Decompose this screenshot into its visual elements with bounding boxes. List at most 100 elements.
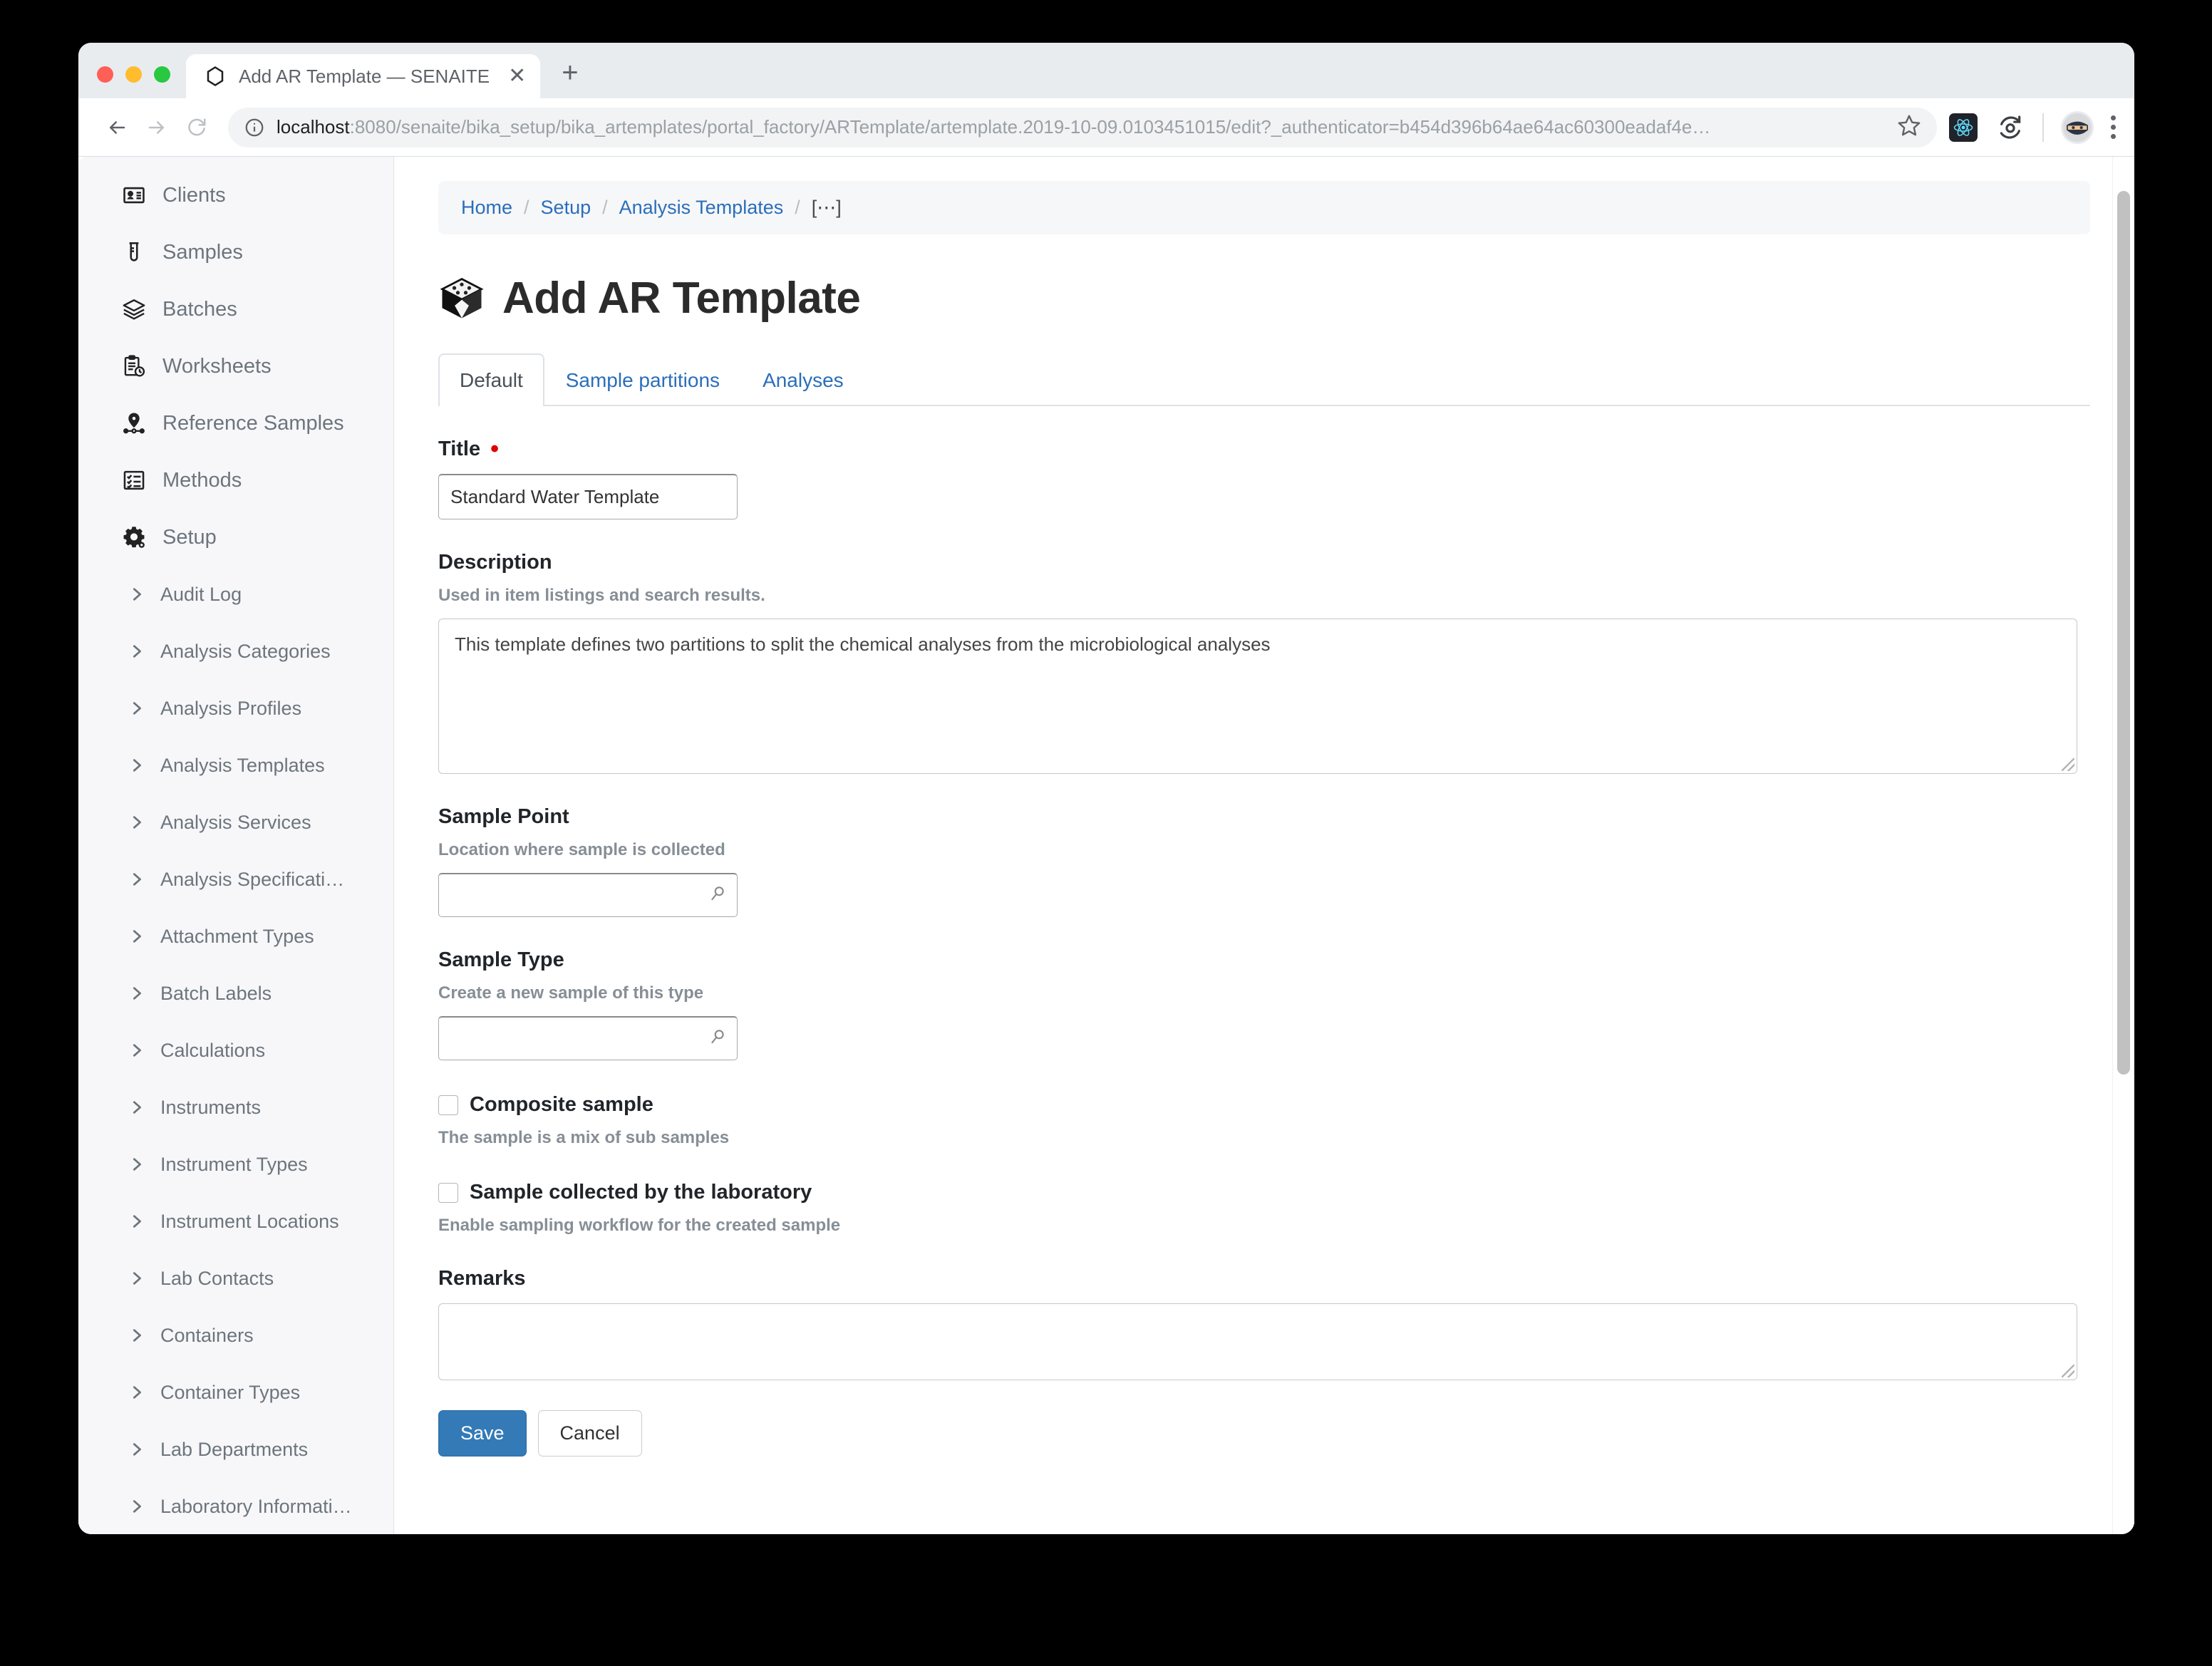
sample-collected-by-lab-row: Sample collected by the laboratory bbox=[438, 1181, 2090, 1204]
plus-icon[interactable]: + bbox=[562, 58, 578, 87]
breadcrumb-analysis-templates[interactable]: Analysis Templates bbox=[619, 197, 784, 219]
page-viewport: Clients Samples Batches Worksheets Refer… bbox=[78, 157, 2134, 1534]
star-icon[interactable] bbox=[1897, 113, 1921, 141]
kebab-menu-icon[interactable] bbox=[2111, 115, 2116, 139]
sample-collected-by-lab-checkbox[interactable] bbox=[438, 1182, 458, 1203]
sidebar-item-worksheets[interactable]: Worksheets bbox=[78, 338, 393, 395]
breadcrumb-setup[interactable]: Setup bbox=[541, 197, 591, 219]
sidebar-subitem-label: Instruments bbox=[160, 1096, 262, 1118]
chevron-right-icon bbox=[128, 985, 146, 1001]
chevron-right-icon bbox=[128, 871, 146, 887]
minimize-window-button[interactable] bbox=[125, 66, 142, 83]
resize-handle[interactable] bbox=[2062, 1365, 2074, 1377]
auto-refresh-icon[interactable] bbox=[1995, 113, 2025, 143]
title-input[interactable]: Standard Water Template bbox=[438, 474, 738, 519]
sidebar-item-batches[interactable]: Batches bbox=[78, 281, 393, 338]
sidebar-item-label: Setup bbox=[162, 525, 217, 549]
sidebar-item-label: Clients bbox=[162, 183, 226, 207]
browser-tab[interactable]: Add AR Template — SENAITE ✕ bbox=[186, 54, 541, 98]
info-circle-icon[interactable] bbox=[244, 117, 265, 138]
chevron-right-icon bbox=[128, 928, 146, 944]
sample-type-field-label: Sample Type bbox=[438, 948, 564, 971]
sidebar-subitem-instrument-types[interactable]: Instrument Types bbox=[78, 1136, 393, 1193]
close-icon[interactable]: ✕ bbox=[508, 66, 526, 87]
ninja-avatar-icon[interactable] bbox=[2061, 110, 2094, 144]
sidebar-subitem-label: Lab Departments bbox=[160, 1438, 309, 1460]
sidebar-subitem-analysis-profiles[interactable]: Analysis Profiles bbox=[78, 680, 393, 737]
sample-type-field-help: Create a new sample of this type bbox=[438, 983, 704, 1003]
sidebar-subitem-label: Analysis Templates bbox=[160, 754, 325, 776]
test-tube-icon bbox=[120, 238, 148, 267]
chevron-right-icon bbox=[128, 1385, 146, 1400]
sidebar-subitem-label: Audit Log bbox=[160, 583, 242, 605]
page-scrollbar-thumb[interactable] bbox=[2117, 191, 2130, 1075]
sidebar-item-samples[interactable]: Samples bbox=[78, 224, 393, 281]
sidebar-subitem-batch-labels[interactable]: Batch Labels bbox=[78, 965, 393, 1022]
description-field-label: Description bbox=[438, 551, 552, 574]
sidebar-subitem-calculations[interactable]: Calculations bbox=[78, 1022, 393, 1079]
chevron-right-icon bbox=[128, 1442, 146, 1457]
remarks-textarea[interactable] bbox=[438, 1303, 2077, 1380]
address-bar[interactable]: localhost:8080/senaite/bika_setup/bika_a… bbox=[228, 107, 1937, 148]
sidebar-item-setup[interactable]: Setup bbox=[78, 509, 393, 566]
back-arrow-icon[interactable] bbox=[97, 108, 137, 148]
sidebar-subitem-analysis-specifications[interactable]: Analysis Specificati… bbox=[78, 851, 393, 908]
sidebar-subitem-container-types[interactable]: Container Types bbox=[78, 1364, 393, 1421]
browser-extensions bbox=[1948, 110, 2116, 144]
sidebar-item-reference-samples[interactable]: Reference Samples bbox=[78, 395, 393, 452]
breadcrumb-separator: / bbox=[602, 197, 608, 218]
form-tabs: Default Sample partitions Analyses bbox=[438, 352, 2090, 406]
composite-sample-row: Composite sample bbox=[438, 1093, 2090, 1117]
sidebar-subitem-laboratory-information[interactable]: Laboratory Informati… bbox=[78, 1478, 393, 1534]
tab-sample-partitions[interactable]: Sample partitions bbox=[544, 353, 741, 406]
tab-analyses[interactable]: Analyses bbox=[741, 353, 865, 406]
sidebar-subitem-analysis-services[interactable]: Analysis Services bbox=[78, 794, 393, 851]
breadcrumb-home[interactable]: Home bbox=[461, 197, 512, 219]
gear-icon bbox=[120, 523, 148, 552]
chevron-right-icon bbox=[128, 643, 146, 659]
cancel-button[interactable]: Cancel bbox=[537, 1410, 642, 1457]
page-scrollbar[interactable] bbox=[2112, 157, 2134, 1534]
chevron-right-icon bbox=[128, 814, 146, 830]
close-window-button[interactable] bbox=[97, 66, 113, 83]
sidebar-item-clients[interactable]: Clients bbox=[78, 167, 393, 224]
sidebar-subitem-analysis-categories[interactable]: Analysis Categories bbox=[78, 623, 393, 680]
breadcrumb-separator: / bbox=[524, 197, 529, 218]
sidebar-item-methods[interactable]: Methods bbox=[78, 452, 393, 509]
sidebar-subitem-attachment-types[interactable]: Attachment Types bbox=[78, 908, 393, 965]
search-icon[interactable] bbox=[708, 1028, 727, 1050]
required-marker-icon: • bbox=[490, 435, 499, 463]
sidebar-subitem-instruments[interactable]: Instruments bbox=[78, 1079, 393, 1136]
react-devtools-icon[interactable] bbox=[1948, 113, 1978, 143]
sample-point-input[interactable] bbox=[438, 873, 738, 917]
sidebar-subitem-analysis-templates[interactable]: Analysis Templates bbox=[78, 737, 393, 794]
sidebar-subitem-lab-contacts[interactable]: Lab Contacts bbox=[78, 1250, 393, 1307]
tab-default[interactable]: Default bbox=[438, 353, 544, 406]
sample-type-input[interactable] bbox=[438, 1016, 738, 1060]
description-textarea[interactable]: This template defines two partitions to … bbox=[438, 619, 2077, 774]
sidebar-subitem-instrument-locations[interactable]: Instrument Locations bbox=[78, 1193, 393, 1250]
composite-sample-checkbox[interactable] bbox=[438, 1095, 458, 1115]
page-title: Add AR Template bbox=[438, 273, 2090, 324]
sidebar-subitem-lab-departments[interactable]: Lab Departments bbox=[78, 1421, 393, 1478]
title-field-label: Title • bbox=[438, 435, 2090, 463]
chevron-right-icon bbox=[128, 1499, 146, 1514]
description-field-group: Description Used in item listings and se… bbox=[438, 551, 2090, 774]
breadcrumb: Home / Setup / Analysis Templates / [⋯] bbox=[438, 181, 2090, 234]
sidebar-subitem-label: Analysis Categories bbox=[160, 640, 331, 662]
chevron-right-icon bbox=[128, 757, 146, 773]
save-button[interactable]: Save bbox=[438, 1410, 527, 1457]
sidebar-subitem-label: Laboratory Informati… bbox=[160, 1495, 352, 1517]
sidebar-subitem-audit-log[interactable]: Audit Log bbox=[78, 566, 393, 623]
resize-handle[interactable] bbox=[2062, 758, 2074, 771]
reload-icon[interactable] bbox=[177, 108, 217, 148]
url-host: localhost bbox=[276, 116, 350, 138]
forward-arrow-icon[interactable] bbox=[137, 108, 177, 148]
sidebar-subitem-label: Batch Labels bbox=[160, 982, 272, 1004]
map-pin-icon bbox=[120, 409, 148, 438]
sidebar-subitem-containers[interactable]: Containers bbox=[78, 1307, 393, 1364]
search-icon[interactable] bbox=[708, 884, 727, 906]
maximize-window-button[interactable] bbox=[154, 66, 170, 83]
sidebar-subitem-label: Instrument Types bbox=[160, 1153, 308, 1175]
clipboard-clock-icon bbox=[120, 352, 148, 381]
